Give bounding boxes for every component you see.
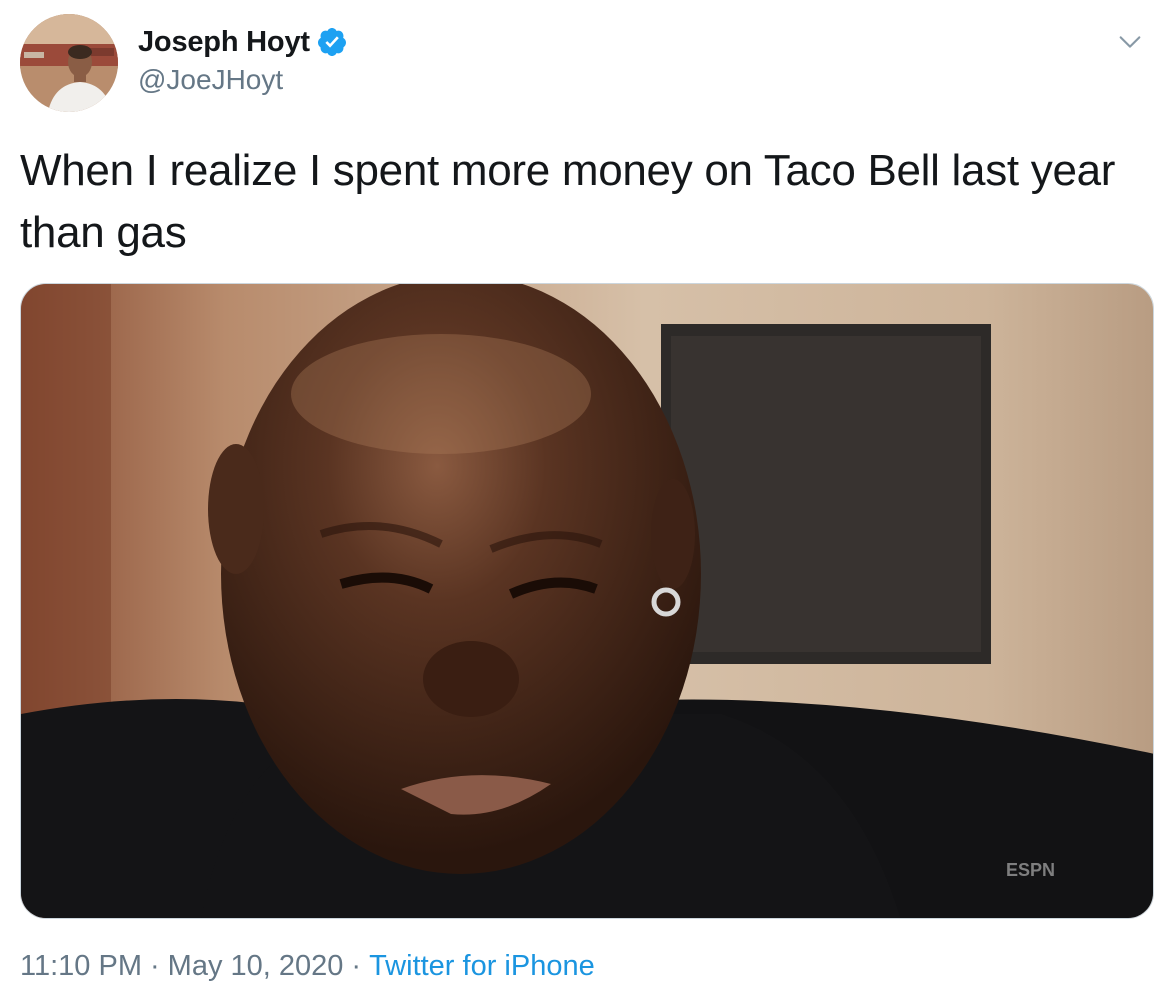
verified-badge-icon xyxy=(316,26,348,58)
tweet-time[interactable]: 11:10 PM xyxy=(20,950,142,982)
chevron-down-icon[interactable] xyxy=(1116,28,1144,56)
display-name[interactable]: Joseph Hoyt xyxy=(138,26,310,59)
tweet-meta: 11:10 PM · May 10, 2020 · Twitter for iPhone xyxy=(20,950,595,983)
tweet-date[interactable]: May 10, 2020 xyxy=(168,950,344,982)
meta-separator: · xyxy=(149,950,160,982)
media-watermark: ESPN xyxy=(1006,860,1055,880)
tweet-text: When I realize I spent more money on Tac… xyxy=(20,146,1116,257)
display-name-row: Joseph Hoyt xyxy=(138,22,348,62)
meta-separator-2: · xyxy=(351,950,362,982)
author-handle[interactable]: @JoeJHoyt xyxy=(138,64,348,96)
author-names: Joseph Hoyt @JoeJHoyt xyxy=(138,22,348,96)
tweet-source-link[interactable]: Twitter for iPhone xyxy=(369,950,595,982)
tweet-media-image[interactable]: ESPN xyxy=(20,283,1154,919)
tweet-card: Joseph Hoyt @JoeJHoyt When I realize I s… xyxy=(0,0,1170,1008)
avatar[interactable] xyxy=(20,14,118,112)
tweet-header: Joseph Hoyt @JoeJHoyt xyxy=(20,14,1150,114)
